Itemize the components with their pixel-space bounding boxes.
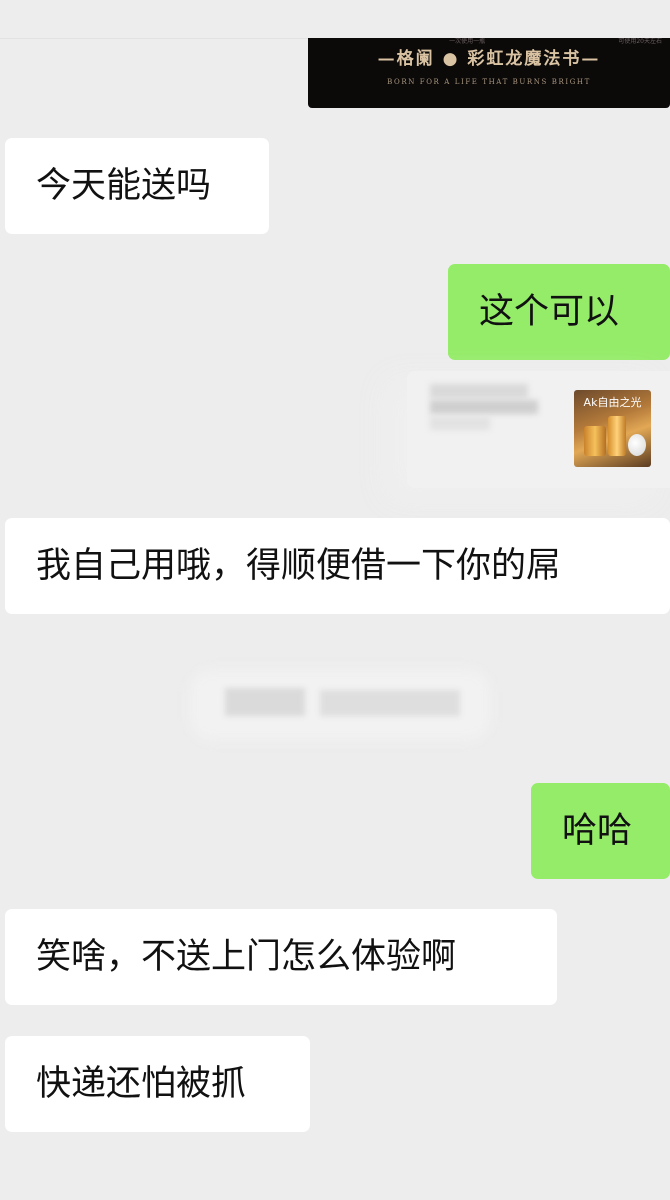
- received-message-bubble[interactable]: 今天能送吗: [5, 138, 269, 234]
- message-text: 哈哈: [562, 811, 633, 851]
- blurred-text: [430, 384, 528, 398]
- blurred-text: [225, 688, 305, 716]
- received-message-bubble[interactable]: 我自己用哦，得顺便借一下你的屌: [5, 518, 670, 614]
- banner-subtitle: BORN FOR A LIFE THAT BURNS BRIGHT: [387, 78, 591, 86]
- message-text: 我自己用哦，得顺便借一下你的屌: [36, 546, 562, 586]
- jar-icon: [628, 434, 646, 456]
- banner-title: —格阑 ● 彩虹龙魔法书—: [377, 49, 601, 69]
- received-message-bubble[interactable]: 笑啥，不送上门怎么体验啊: [5, 909, 557, 1005]
- message-text: 这个可以: [479, 292, 620, 332]
- message-text: 笑啥，不送上门怎么体验啊: [36, 937, 457, 977]
- jar-icon: [608, 416, 626, 456]
- message-text: 今天能送吗: [36, 166, 212, 206]
- blurred-text: [430, 416, 490, 430]
- product-thumb-label: Ak自由之光: [583, 396, 642, 409]
- product-thumbnail[interactable]: Ak自由之光: [574, 390, 651, 467]
- message-text: 快递还怕被抓: [36, 1064, 247, 1104]
- blurred-text: [430, 400, 538, 414]
- received-message-bubble[interactable]: 快递还怕被抓: [5, 1036, 310, 1132]
- jar-icon: [584, 426, 606, 456]
- sent-message-bubble[interactable]: 这个可以: [448, 264, 670, 360]
- sent-message-bubble[interactable]: 哈哈: [531, 783, 670, 879]
- banner-image-message[interactable]: 一次使用一瓶 可使用20天左右 —格阑 ● 彩虹龙魔法书— BORN FOR A…: [308, 38, 670, 108]
- blurred-text: [320, 690, 460, 716]
